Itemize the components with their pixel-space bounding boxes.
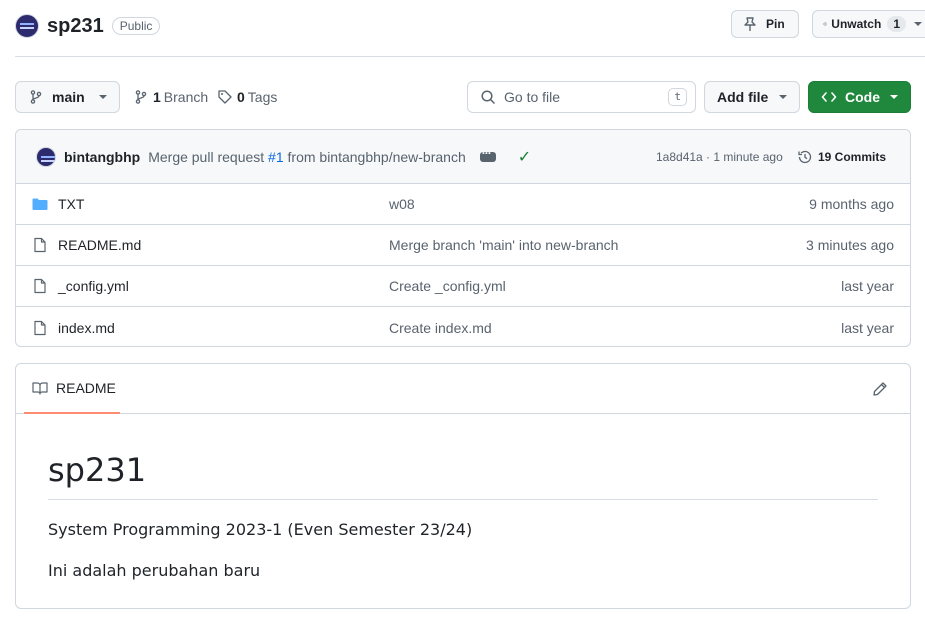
branches-link[interactable]: 1 Branch — [133, 81, 208, 113]
search-icon — [481, 90, 496, 105]
file-commit-message[interactable]: Create index.md — [389, 320, 492, 336]
pencil-icon[interactable] — [872, 381, 888, 397]
tab-readme[interactable]: README — [24, 364, 120, 414]
commits-link[interactable]: 19 Commits — [797, 149, 886, 165]
file-row[interactable]: TXT w08 9 months ago — [16, 184, 910, 225]
readme-header: README — [16, 364, 910, 414]
check-icon[interactable]: ✓ — [518, 147, 531, 167]
visibility-badge: Public — [111, 17, 161, 35]
latest-commit-bar: bintangbhp Merge pull request #1 from bi… — [16, 130, 910, 184]
tag-count-label: Tags — [247, 89, 278, 105]
shortcut-hint: t — [668, 88, 687, 106]
add-file-label: Add file — [717, 89, 769, 105]
file-row[interactable]: index.md Create index.md last year — [16, 307, 910, 346]
branch-icon — [30, 90, 42, 104]
unwatch-label: Unwatch — [831, 17, 882, 31]
add-file-button[interactable]: Add file — [704, 81, 800, 113]
file-name[interactable]: index.md — [58, 320, 115, 336]
readme-tab-label: README — [56, 380, 116, 396]
watch-counter: 1 — [887, 16, 906, 32]
file-browser: bintangbhp Merge pull request #1 from bi… — [15, 129, 911, 347]
pin-label: Pin — [766, 17, 785, 31]
file-age: 3 minutes ago — [806, 237, 894, 253]
branch-count: 1 — [153, 89, 161, 105]
pin-icon — [744, 17, 756, 31]
header-divider — [15, 56, 925, 57]
commit-hash-time[interactable]: 1a8d41a · 1 minute ago — [656, 150, 783, 164]
file-row[interactable]: _config.yml Create _config.yml last year — [16, 266, 910, 307]
file-icon — [34, 320, 46, 335]
file-commit-message[interactable]: Merge branch 'main' into new-branch — [389, 237, 618, 253]
file-age: last year — [841, 278, 894, 294]
chevron-down-icon — [890, 95, 898, 99]
commit-message-prefix: Merge pull request — [148, 148, 265, 165]
commit-author-avatar[interactable] — [36, 146, 56, 167]
readme-title: sp231 — [48, 451, 878, 500]
tag-count: 0 — [237, 89, 245, 105]
file-commit-message[interactable]: Create _config.yml — [389, 278, 506, 294]
file-icon — [34, 278, 46, 294]
branch-count-label: Branch — [163, 89, 209, 105]
readme-paragraph: System Programming 2023-1 (Even Semester… — [48, 520, 473, 539]
repo-name[interactable]: sp231 — [47, 15, 104, 38]
file-name[interactable]: TXT — [58, 196, 84, 212]
branch-icon — [135, 90, 147, 104]
book-icon — [32, 382, 48, 395]
readme-panel: README sp231 System Programming 2023-1 (… — [15, 363, 911, 609]
unwatch-button[interactable]: Unwatch 1 — [812, 10, 925, 38]
readme-paragraph: Ini adalah perubahan baru — [48, 561, 261, 580]
branch-select-button[interactable]: main — [15, 81, 120, 113]
pr-link[interactable]: #1 — [268, 149, 284, 165]
owner-avatar[interactable] — [15, 14, 39, 38]
folder-icon — [32, 198, 48, 210]
readme-content: sp231 System Programming 2023-1 (Even Se… — [16, 451, 910, 580]
commit-message[interactable]: Merge pull request #1 from bintangbhp/ne… — [148, 149, 466, 165]
file-commit-message[interactable]: w08 — [389, 196, 415, 212]
file-name[interactable]: _config.yml — [58, 278, 129, 294]
go-to-file-input[interactable]: Go to file t — [467, 81, 696, 113]
repo-header: sp231 Public Pin Unwatch 1 — [15, 10, 925, 42]
commit-message-suffix: from bintangbhp/new-branch — [287, 148, 466, 165]
chevron-down-icon — [779, 95, 787, 99]
file-age: last year — [841, 319, 894, 336]
file-age: 9 months ago — [809, 196, 894, 212]
search-placeholder: Go to file — [504, 89, 561, 105]
pin-button[interactable]: Pin — [731, 10, 799, 38]
branch-name: main — [52, 89, 85, 105]
code-label: Code — [845, 89, 880, 105]
repo-toolbar: main 1 Branch 0 Tags Go to file t Add fi… — [15, 81, 911, 113]
chevron-down-icon — [914, 22, 922, 26]
ellipsis-icon[interactable] — [479, 146, 496, 162]
file-icon — [34, 237, 46, 253]
code-button[interactable]: Code — [808, 81, 911, 113]
tags-link[interactable]: 0 Tags — [217, 81, 277, 113]
file-name[interactable]: README.md — [58, 237, 141, 253]
history-icon — [798, 150, 812, 163]
tag-icon — [218, 90, 232, 104]
commit-author[interactable]: bintangbhp — [64, 149, 140, 165]
commit-count-label: 19 Commits — [818, 149, 887, 164]
file-row[interactable]: README.md Merge branch 'main' into new-b… — [16, 225, 910, 266]
chevron-down-icon — [99, 95, 107, 99]
code-icon — [821, 92, 837, 102]
eye-icon — [823, 22, 828, 26]
